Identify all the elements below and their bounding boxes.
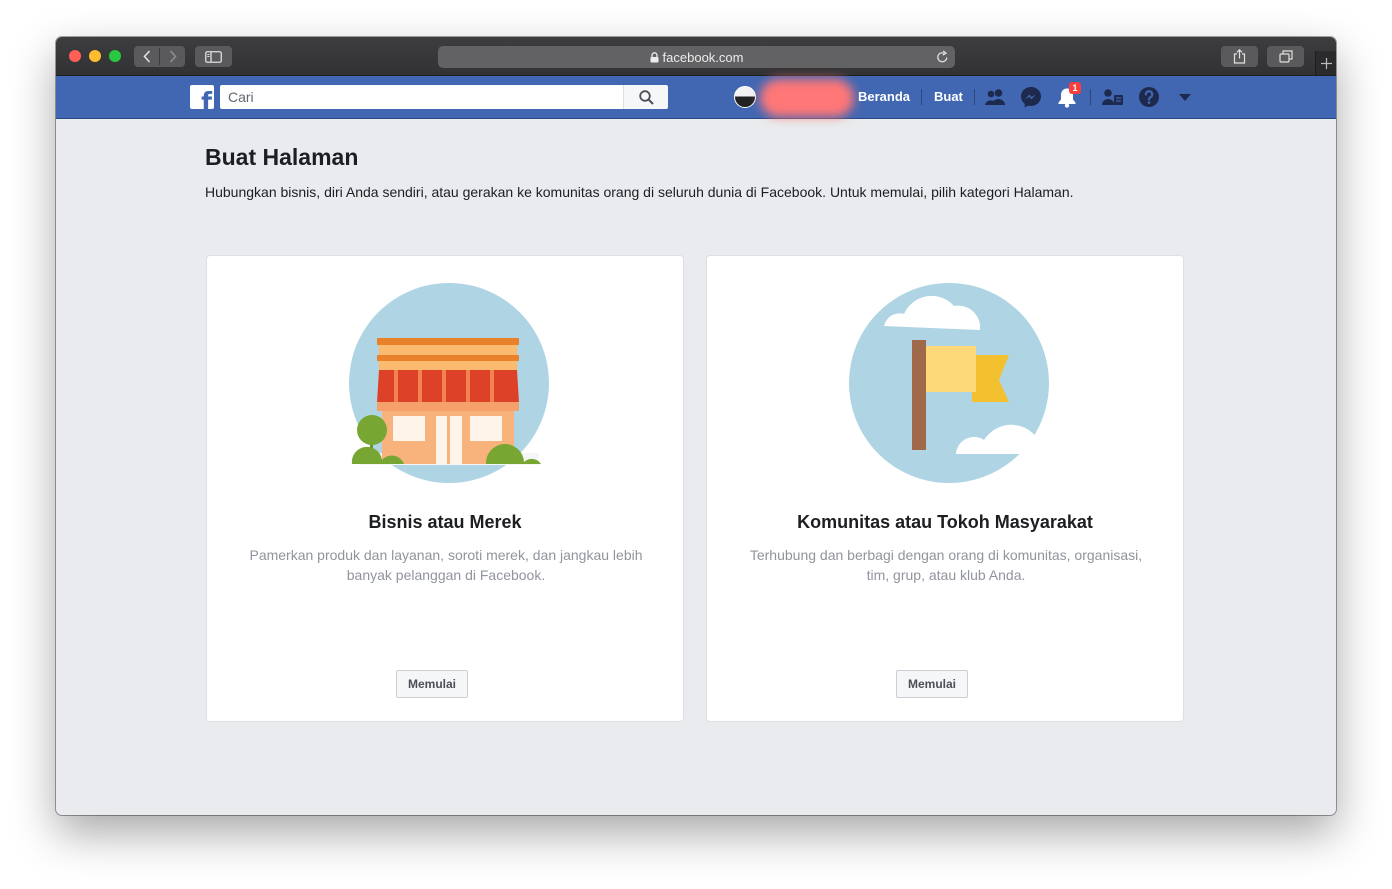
search-button[interactable] bbox=[623, 85, 668, 109]
notifications-button[interactable]: 1 bbox=[1055, 82, 1081, 109]
notification-badge: 1 bbox=[1069, 82, 1081, 94]
friends-icon bbox=[985, 89, 1005, 105]
card-description: Terhubung dan berbagi dengan orang di ko… bbox=[749, 547, 1143, 583]
reload-icon[interactable] bbox=[936, 50, 949, 67]
sidebar-icon bbox=[205, 50, 222, 63]
card-title: Komunitas atau Tokoh Masyarakat bbox=[797, 512, 1093, 532]
sidebar-toggle-button[interactable] bbox=[195, 46, 232, 67]
chevron-right-icon bbox=[169, 50, 177, 63]
help-button[interactable] bbox=[1137, 85, 1161, 109]
search-input[interactable] bbox=[220, 85, 623, 109]
start-community-button[interactable]: Memulai bbox=[896, 670, 969, 698]
find-friends-button[interactable] bbox=[1101, 85, 1125, 109]
friend-requests-button[interactable] bbox=[983, 85, 1007, 109]
nav-divider bbox=[974, 89, 975, 105]
avatar bbox=[734, 86, 756, 108]
browser-window: facebook.com f Beranda Buat bbox=[56, 37, 1336, 815]
close-window-button[interactable] bbox=[69, 50, 81, 62]
back-button[interactable] bbox=[134, 46, 159, 67]
share-button[interactable] bbox=[1221, 46, 1258, 67]
flag-icon bbox=[849, 283, 1049, 483]
help-icon bbox=[1139, 87, 1159, 107]
card-title: Bisnis atau Merek bbox=[368, 512, 522, 532]
chevron-left-icon bbox=[142, 50, 150, 63]
share-icon bbox=[1233, 49, 1246, 64]
messenger-icon bbox=[1021, 87, 1041, 108]
browser-toolbar: facebook.com bbox=[56, 37, 1336, 76]
nav-divider bbox=[1090, 89, 1091, 105]
storefront-icon bbox=[349, 283, 549, 483]
business-brand-card[interactable]: Bisnis atau Merek Pamerkan produk dan la… bbox=[206, 255, 684, 722]
new-tab-button[interactable] bbox=[1315, 51, 1336, 75]
tabs-icon bbox=[1278, 50, 1293, 63]
account-menu-button[interactable] bbox=[1173, 85, 1197, 109]
page-description: Hubungkan bisnis, diri Anda sendiri, ata… bbox=[205, 184, 1074, 200]
fullscreen-window-button[interactable] bbox=[109, 50, 121, 62]
lock-icon bbox=[650, 51, 659, 63]
search-icon bbox=[638, 89, 654, 105]
nav-divider bbox=[921, 89, 922, 105]
nav-home-link[interactable]: Beranda bbox=[858, 89, 910, 104]
url-text: facebook.com bbox=[662, 49, 744, 65]
minimize-window-button[interactable] bbox=[89, 50, 101, 62]
page-title: Buat Halaman bbox=[205, 144, 359, 170]
start-business-button[interactable]: Memulai bbox=[396, 670, 469, 698]
nav-create-link[interactable]: Buat bbox=[934, 89, 963, 104]
card-description: Pamerkan produk dan layanan, soroti mere… bbox=[249, 547, 643, 583]
plus-icon bbox=[1320, 57, 1332, 69]
history-nav-group bbox=[134, 46, 185, 67]
community-public-figure-card[interactable]: Komunitas atau Tokoh Masyarakat Terhubun… bbox=[706, 255, 1184, 722]
profile-link[interactable] bbox=[734, 79, 854, 117]
forward-button[interactable] bbox=[160, 46, 185, 67]
address-bar[interactable]: facebook.com bbox=[438, 46, 955, 68]
tab-overview-button[interactable] bbox=[1267, 46, 1304, 67]
redacted-profile-name bbox=[760, 79, 854, 117]
messenger-button[interactable] bbox=[1019, 85, 1043, 109]
facebook-logo-icon[interactable]: f bbox=[190, 85, 214, 109]
find-friends-icon bbox=[1102, 89, 1123, 105]
caret-down-icon bbox=[1179, 93, 1191, 101]
facebook-header: f Beranda Buat 1 bbox=[56, 76, 1336, 119]
